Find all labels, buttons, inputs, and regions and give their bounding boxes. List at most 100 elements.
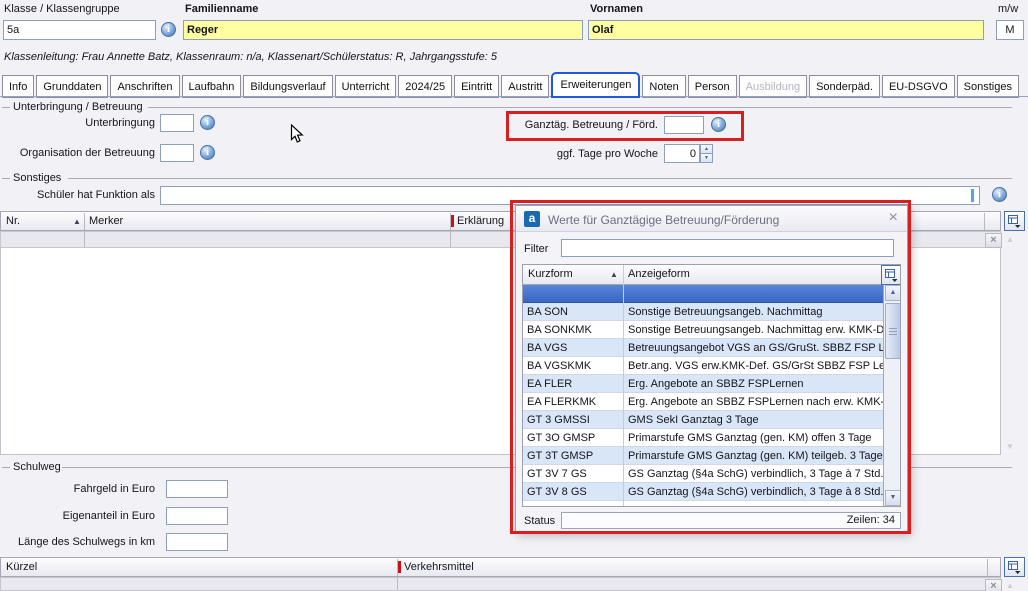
funktion-label: Schüler hat Funktion als [0,189,155,202]
organisation-input[interactable] [160,144,194,162]
scroll-down-icon[interactable]: ▼ [885,490,901,506]
verkehr-table-header: Kürzel Verkehrsmittel [0,557,1001,577]
verkehr-new-row[interactable] [0,577,1001,591]
tab-noten[interactable]: Noten [642,75,685,98]
column-divider[interactable] [987,559,988,576]
column-divider [84,232,85,247]
mouse-cursor [290,124,304,144]
sort-asc-icon: ▲ [73,217,81,227]
tab-anschriften[interactable]: Anschriften [110,75,179,98]
filter-label: Filter [524,243,548,256]
filter-input[interactable] [561,239,894,257]
mw-input[interactable]: M [996,20,1024,40]
eigenanteil-label: Eigenanteil in Euro [0,510,155,523]
cell-kurzform: EA FLER [527,376,572,393]
cell-anzeigeform: Sonstige Betreuungsangeb. Nachmittag erw… [628,322,883,339]
tab-schuljahr[interactable]: 2024/25 [398,75,452,98]
scroll-up-icon[interactable]: ▲ [885,285,901,301]
cell-kurzform: BA SON [527,304,568,321]
close-icon[interactable]: × [889,210,898,226]
tab-ausbildung: Ausbildung [739,75,807,98]
col-anzeigeform[interactable]: Anzeigeform [628,268,690,281]
fieldset-rule [2,107,10,108]
tab-austritt[interactable]: Austritt [501,75,549,98]
eigenanteil-input[interactable] [166,507,228,525]
col-merker[interactable]: Merker [89,215,123,228]
dialog-table-header: Kurzform ▲ Anzeigeform [523,265,883,285]
dialog-row[interactable]: EA FLERKMKErg. Angebote an SBBZ FSPLerne… [523,393,883,411]
info-icon[interactable]: i [711,117,726,132]
col-verkehrsmittel[interactable]: Verkehrsmittel [404,561,474,574]
col-nr[interactable]: Nr. [6,215,20,228]
dialog-row[interactable]: GT 3V 7 GS GS Ganztag (§4a SchG) verbindl… [523,465,883,483]
klasse-input[interactable]: 5a [3,20,156,40]
dialog-row[interactable]: BA SONSonstige Betreuungsangeb. Nachmitt… [523,303,883,321]
info-icon[interactable]: i [200,145,215,160]
familienname-input[interactable]: Reger [183,20,583,40]
info-icon[interactable]: i [992,187,1007,202]
text-caret [971,189,974,202]
tab-person[interactable]: Person [688,75,737,98]
column-config-button[interactable] [1004,557,1025,577]
column-divider [623,265,624,506]
cell-kurzform: GT 3V 7 GS [527,466,587,483]
fahrgeld-input[interactable] [166,480,228,498]
dialog-table: Kurzform ▲ Anzeigeform BA SONSonstige Be… [522,264,901,507]
tab-sonderpaed[interactable]: Sonderpäd. [809,75,880,98]
cell-kurzform: GT 3T GMSP [527,448,593,465]
laenge-schulweg-input[interactable] [166,533,228,551]
dialog-row[interactable]: GT 3 GMSSIGMS SekI Ganztag 3 Tage [523,411,883,429]
col-kuerzel[interactable]: Kürzel [6,561,37,574]
dialog-row[interactable]: BA SONKMKSonstige Betreuungsangeb. Nachm… [523,321,883,339]
fieldset-rule [2,178,10,179]
info-icon[interactable]: i [161,22,176,37]
klassenleitung-info: Klassenleitung: Frau Annette Batz, Klass… [4,51,497,64]
dialog-row[interactable]: BA VGSKMKBetr.ang. VGS erw.KMK-Def. GS/G… [523,357,883,375]
dialog-row[interactable]: GT 3T GMSPPrimarstufe GMS Ganztag (gen. … [523,447,883,465]
column-config-icon [1008,215,1021,228]
cell-kurzform: BA VGSKMK [527,358,591,375]
unterbringung-input[interactable] [160,114,194,132]
tab-eintritt[interactable]: Eintritt [454,75,499,98]
cell-anzeigeform: Primarstufe GMS Ganztag (gen. KM) offen … [628,430,872,447]
tab-bildungsverlauf[interactable]: Bildungsverlauf [243,75,332,98]
ganztag-input[interactable] [664,116,704,134]
tab-eu-dsgvo[interactable]: EU-DSGVO [882,75,955,98]
move-up-icon: ▲ [1006,581,1014,590]
tab-erweiterungen[interactable]: Erweiterungen [551,72,640,98]
tab-info[interactable]: Info [2,75,34,98]
dialog-row[interactable]: GT 3V 8 GSGS Ganztag (§4a SchG) verbindl… [523,483,883,501]
scrollbar-thumb[interactable] [885,303,901,359]
sonstiges-legend: Sonstiges [13,172,61,185]
spinner-down-icon[interactable]: ▼ [700,153,713,163]
column-config-button[interactable] [1004,211,1025,231]
column-divider[interactable] [984,213,985,230]
dialog-titlebar[interactable]: a Werte für Ganztägige Betreuung/Förderu… [516,206,907,232]
tabbar-divider [0,96,1028,97]
col-erklaerung[interactable]: Erklärung [457,215,504,228]
tab-laufbahn[interactable]: Laufbahn [182,75,242,98]
tab-grunddaten[interactable]: Grunddaten [36,75,108,98]
delete-row-button[interactable]: × [985,579,1002,591]
dialog-row[interactable]: EA FLERErg. Angebote an SBBZ FSPLernen [523,375,883,393]
info-icon[interactable]: i [200,115,215,130]
required-marker [398,561,401,573]
scrollbar[interactable]: ▲ ▼ [883,285,901,506]
delete-row-button[interactable]: × [985,233,1002,248]
column-divider [450,232,451,247]
cell-anzeigeform: GS Ganztag (§4a SchG) verbindlich, 3 Tag… [628,466,883,483]
col-kurzform[interactable]: Kurzform [528,268,573,281]
move-up-icon: ▲ [1006,235,1014,244]
tage-pro-woche-input[interactable]: 0 [664,144,700,163]
dialog-row-selected[interactable] [523,285,883,303]
vornamen-input[interactable]: Olaf [588,20,984,40]
cell-kurzform: GT 3O GMSP [527,430,595,447]
vornamen-label: Vornamen [590,3,643,16]
column-config-button[interactable] [881,265,901,285]
tab-unterricht[interactable]: Unterricht [335,75,397,98]
column-divider[interactable] [84,213,85,230]
dialog-row[interactable]: BA VGSBetreuungsangebot VGS an GS/GruSt.… [523,339,883,357]
dialog-row[interactable]: GT 3O GMSP Primarstufe GMS Ganztag (gen. … [523,429,883,447]
tab-sonstiges[interactable]: Sonstiges [957,75,1019,98]
funktion-input[interactable] [160,186,980,205]
